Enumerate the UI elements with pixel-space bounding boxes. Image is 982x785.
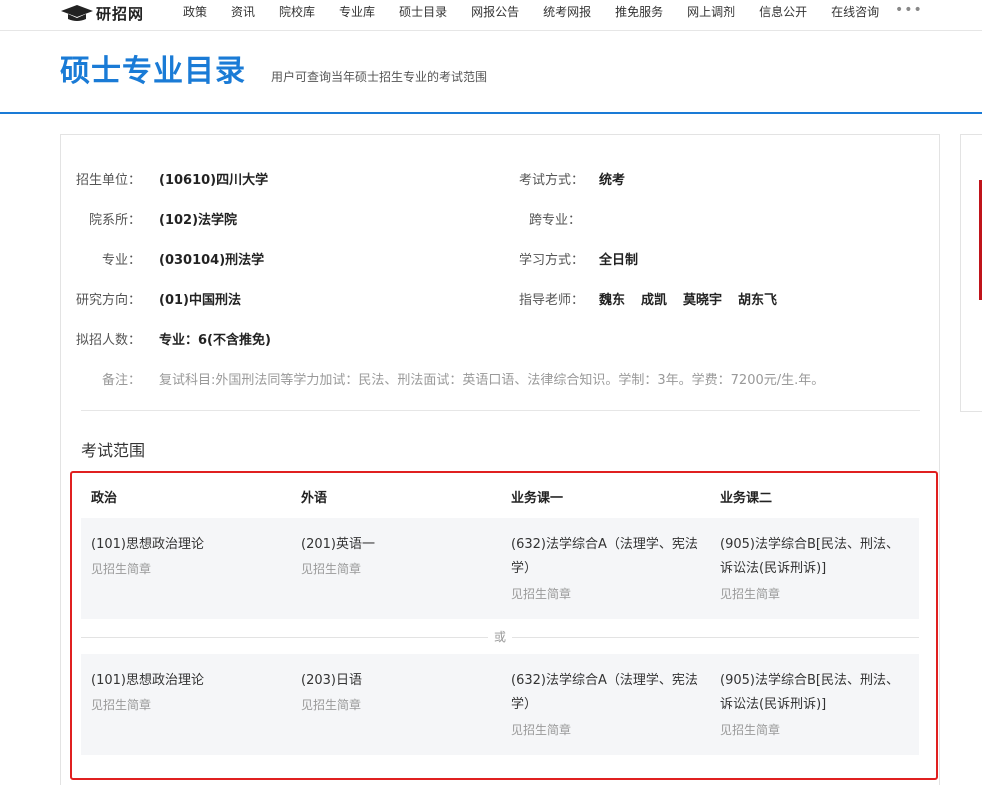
advisor-name: 成凯 [641,292,668,308]
info-label: 指导老师： [519,292,585,308]
info-cross-major: 跨专业： [519,208,599,228]
nav-item-recommendation[interactable]: 推免服务 [615,4,663,20]
nav-item-majors[interactable]: 专业库 [339,4,375,20]
nav-item-policy[interactable]: 政策 [183,4,207,20]
side-panel [960,134,982,412]
info-advisors: 指导老师： 魏东 成凯 莫晓宇 胡东飞 [519,288,793,308]
logo-text: 研招网 [96,4,145,23]
advisor-name: 胡东飞 [738,292,778,308]
advisor-name: 莫晓宇 [683,292,723,308]
info-value: 专业：6(不含推免) [159,332,271,348]
info-label: 拟招人数： [75,332,141,348]
nav-item-adjustment[interactable]: 网上调剂 [687,4,735,20]
graduation-cap-icon [61,5,93,21]
info-value: (102)法学院 [159,212,238,228]
info-label: 院系所： [88,212,141,228]
info-quota: 拟招人数： 专业：6(不含推免) [61,328,271,348]
exam-scope-title: 考试范围 [81,441,146,460]
site-logo[interactable]: 研招网 [60,2,144,24]
info-value: (030104)刑法学 [159,252,265,268]
info-label: 研究方向： [75,292,141,308]
nav-item-schools[interactable]: 院校库 [279,4,315,20]
advisor-name: 魏东 [599,292,626,308]
nav-item-online-consult[interactable]: 在线咨询 [831,4,879,20]
nav-item-registration-notice[interactable]: 网报公告 [471,4,519,20]
top-nav: 研招网 政策 资讯 院校库 专业库 硕士目录 网报公告 统考网报 推免服务 网上… [0,0,982,31]
info-value: 复试科目:外国刑法同等学力加试：民法、刑法面试：英语口语、法律综合知识。学制：3… [159,372,825,388]
nav-item-exam-registration[interactable]: 统考网报 [543,4,591,20]
info-value: 全日制 [599,252,639,268]
more-menu-icon[interactable]: ••• [895,2,923,18]
info-label: 备注： [101,372,141,388]
info-label: 招生单位： [75,172,141,188]
nav-item-master-catalog[interactable]: 硕士目录 [399,4,447,20]
info-unit: 招生单位： (10610)四川大学 [61,168,268,188]
page-title: 硕士专业目录 [60,54,246,89]
nav-menu: 政策 资讯 院校库 专业库 硕士目录 网报公告 统考网报 推免服务 网上调剂 信… [183,4,903,20]
info-value: (10610)四川大学 [159,172,269,188]
section-divider [81,410,920,411]
info-label: 跨专业： [528,212,581,228]
info-label: 学习方式： [519,252,585,268]
nav-item-info-disclosure[interactable]: 信息公开 [759,4,807,20]
info-label: 考试方式： [519,172,585,188]
info-label: 专业： [101,252,141,268]
info-remark: 备注： 复试科目:外国刑法同等学力加试：民法、刑法面试：英语口语、法律综合知识。… [61,368,824,388]
page-subtitle: 用户可查询当年硕士招生专业的考试范围 [271,70,488,84]
highlight-box [70,471,938,780]
info-major: 专业： (030104)刑法学 [61,248,264,268]
info-value: (01)中国刑法 [159,292,241,308]
info-direction: 研究方向： (01)中国刑法 [61,288,241,308]
page-header: 硕士专业目录 用户可查询当年硕士招生专业的考试范围 [0,32,982,114]
nav-item-news[interactable]: 资讯 [231,4,255,20]
info-value: 统考 [599,172,626,188]
info-study-mode: 学习方式： 全日制 [519,248,638,268]
info-department: 院系所： (102)法学院 [61,208,237,228]
info-exam-mode: 考试方式： 统考 [519,168,625,188]
